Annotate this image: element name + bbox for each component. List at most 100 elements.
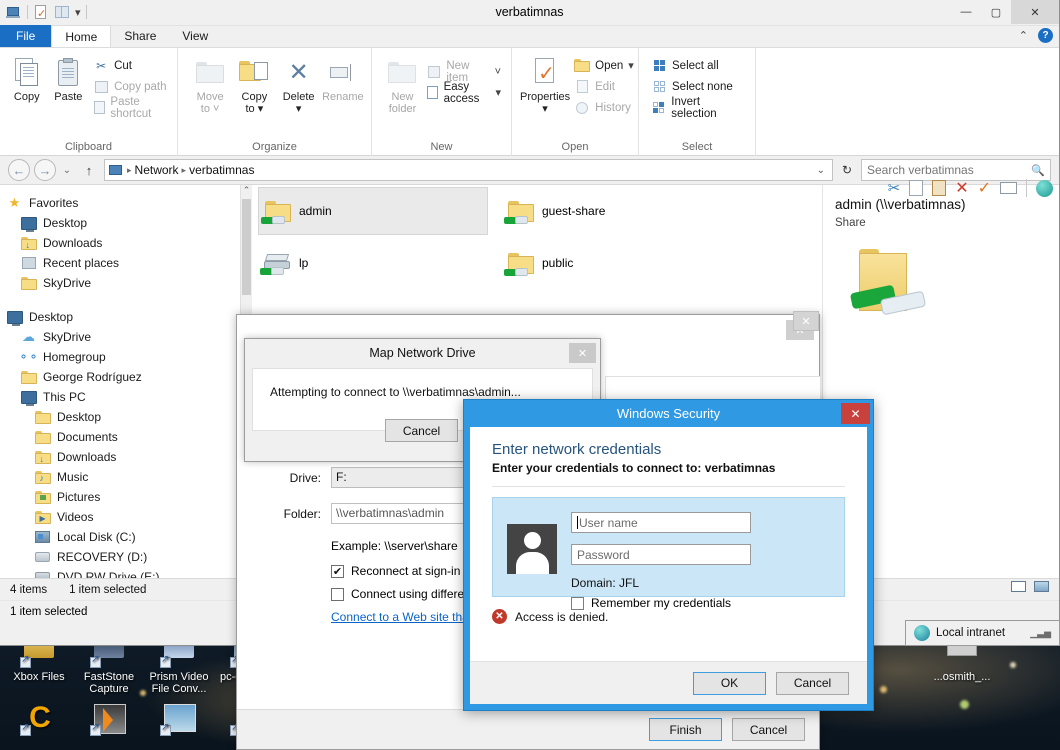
nav-item-music[interactable]: ♪ Music [6, 467, 252, 487]
overlay-icon-toolbar[interactable]: ✂ ✕ ✓ [888, 172, 1053, 204]
security-cancel-button[interactable]: Cancel [776, 672, 849, 695]
open-dropdown-icon[interactable]: ▾ [628, 59, 634, 72]
security-dialog-close-button[interactable]: ✕ [841, 403, 870, 424]
file-item-admin[interactable]: admin [258, 187, 488, 235]
nav-item-dvd-drive-e[interactable]: DVD RW Drive (E:) [6, 567, 252, 578]
nav-item-downloads[interactable]: ↓ Downloads [6, 233, 252, 253]
email-icon[interactable] [1000, 182, 1017, 194]
different-credentials-checkbox[interactable] [331, 588, 344, 601]
nav-item-favorites[interactable]: ★ Favorites [6, 193, 252, 213]
nav-item-user[interactable]: George Rodríguez [6, 367, 252, 387]
window-controls[interactable]: — ▢ ✕ [951, 0, 1059, 24]
move-to-button[interactable]: Moveto ˅ [188, 52, 232, 115]
signal-icon: ▁▃▅ [1030, 628, 1051, 639]
remember-credentials-row[interactable]: Remember my credentials [571, 596, 751, 610]
nav-item-recent-places[interactable]: Recent places [6, 253, 252, 273]
easy-access-button[interactable]: Easy access ▾ [423, 83, 505, 102]
invert-selection-button[interactable]: Invert selection [647, 98, 749, 117]
navigation-pane[interactable]: ★ Favorites Desktop ↓ Downloads Recent p… [0, 185, 252, 578]
nav-item-pictures[interactable]: Pictures [6, 487, 252, 507]
ok-button[interactable]: OK [693, 672, 766, 695]
breadcrumb-verbatimnas[interactable]: verbatimnas [189, 163, 254, 177]
nav-item-videos[interactable]: ▶ Videos [6, 507, 252, 527]
finish-button[interactable]: Finish [649, 718, 722, 741]
scroll-up-icon[interactable]: ⌃ [241, 185, 252, 196]
maximize-button[interactable]: ▢ [981, 0, 1011, 24]
file-item-guest-share[interactable]: guest-share [502, 187, 732, 235]
ribbon-help-area[interactable]: ⌃ ? [1019, 28, 1053, 43]
nav-item-local-disk-c[interactable]: Local Disk (C:) [6, 527, 252, 547]
refresh-button[interactable]: ↻ [837, 159, 857, 181]
view-mode-buttons[interactable] [1011, 581, 1049, 592]
history-button[interactable]: History [570, 98, 638, 117]
rename-button[interactable]: Rename [321, 52, 365, 103]
desktop-icon-ccleaner[interactable]: C [2, 702, 76, 739]
reconnect-checkbox[interactable]: ✔ [331, 565, 344, 578]
delete-red-x-icon[interactable]: ✕ [955, 178, 968, 198]
properties-button[interactable]: ✓ Properties▾ [520, 52, 570, 115]
address-breadcrumb-box[interactable]: ▸ Network ▸ verbatimnas ⌄ [104, 159, 833, 181]
remember-credentials-checkbox[interactable] [571, 597, 584, 610]
recent-locations-button[interactable]: ⌄ [60, 159, 74, 181]
desktop-icon-label: Prism Video File Conv... [149, 671, 208, 695]
status-selection: 1 item selected [69, 584, 146, 596]
collapse-ribbon-icon[interactable]: ⌃ [1019, 29, 1028, 42]
new-item-button[interactable]: New item ˅ [423, 62, 505, 81]
tab-file[interactable]: File [0, 25, 51, 47]
nav-item-skydrive-fav[interactable]: SkyDrive [6, 273, 252, 293]
minimize-button[interactable]: — [951, 0, 981, 24]
background-window-close-button[interactable]: ✕ [793, 311, 819, 331]
new-folder-button[interactable]: Newfolder [382, 52, 423, 115]
nav-item-this-pc[interactable]: This PC [6, 387, 252, 407]
nav-item-desktop[interactable]: Desktop [6, 213, 252, 233]
easy-access-dropdown-icon[interactable]: ▾ [495, 86, 501, 99]
nav-item-pc-desktop[interactable]: Desktop [6, 407, 252, 427]
password-input[interactable]: Password [571, 544, 751, 565]
copy-icon[interactable] [909, 180, 923, 196]
address-dropdown-icon[interactable]: ⌄ [817, 165, 828, 176]
copy-button[interactable]: Copy [6, 52, 48, 103]
globe-icon[interactable] [1036, 180, 1053, 197]
back-button[interactable]: ← [8, 159, 30, 181]
copy-path-button[interactable]: Copy path [89, 77, 171, 96]
cut-icon[interactable]: ✂ [888, 179, 901, 197]
large-icons-view-icon[interactable] [1034, 581, 1049, 592]
nav-item-desktop-root[interactable]: Desktop [6, 307, 252, 327]
paste-shortcut-button[interactable]: Paste shortcut [89, 98, 171, 117]
nav-item-pc-downloads[interactable]: ↓ Downloads [6, 447, 252, 467]
select-none-button[interactable]: Select none [647, 77, 749, 96]
copy-to-button[interactable]: Copyto ▾ [232, 52, 276, 115]
new-item-dropdown-icon[interactable]: ˅ [495, 66, 501, 78]
help-icon[interactable]: ? [1038, 28, 1053, 43]
nav-item-skydrive[interactable]: ☁ SkyDrive [6, 327, 252, 347]
ribbon-tabs[interactable]: File Home Share View ⌃ ? [0, 26, 1059, 48]
close-button[interactable]: ✕ [1011, 0, 1059, 24]
check-orange-icon[interactable]: ✓ [978, 178, 991, 198]
forward-button[interactable]: → [34, 159, 56, 181]
desktop-icon-lightning-app[interactable] [72, 702, 146, 739]
breadcrumb-network[interactable]: Network [135, 163, 179, 177]
nav-item-documents[interactable]: Documents [6, 427, 252, 447]
tab-view[interactable]: View [169, 25, 221, 47]
file-item-lp[interactable]: lp [258, 239, 488, 287]
tab-home[interactable]: Home [51, 25, 111, 47]
progress-dialog-cancel-button[interactable]: Cancel [385, 419, 458, 442]
scrollbar-thumb[interactable] [242, 199, 251, 295]
wizard-cancel-button[interactable]: Cancel [732, 718, 805, 741]
paste-button[interactable]: Paste [48, 52, 90, 103]
edit-button[interactable]: Edit [570, 77, 638, 96]
up-button[interactable]: ↑ [78, 159, 100, 181]
progress-dialog-close-button[interactable]: ✕ [569, 343, 596, 363]
nav-item-recovery-d[interactable]: RECOVERY (D:) [6, 547, 252, 567]
cut-button[interactable]: ✂ Cut [89, 56, 171, 75]
file-item-public[interactable]: public [502, 239, 732, 287]
delete-button[interactable]: ✕ Delete▾ [277, 52, 321, 115]
select-all-button[interactable]: Select all [647, 56, 749, 75]
nav-item-homegroup[interactable]: ⚬⚬ Homegroup [6, 347, 252, 367]
paste-icon[interactable] [932, 180, 946, 196]
details-view-icon[interactable] [1011, 581, 1026, 592]
desktop-icon-picture-viewer[interactable] [142, 702, 216, 739]
open-button[interactable]: Open ▾ [570, 56, 638, 75]
tab-share[interactable]: Share [111, 25, 169, 47]
username-input[interactable]: User name [571, 512, 751, 533]
